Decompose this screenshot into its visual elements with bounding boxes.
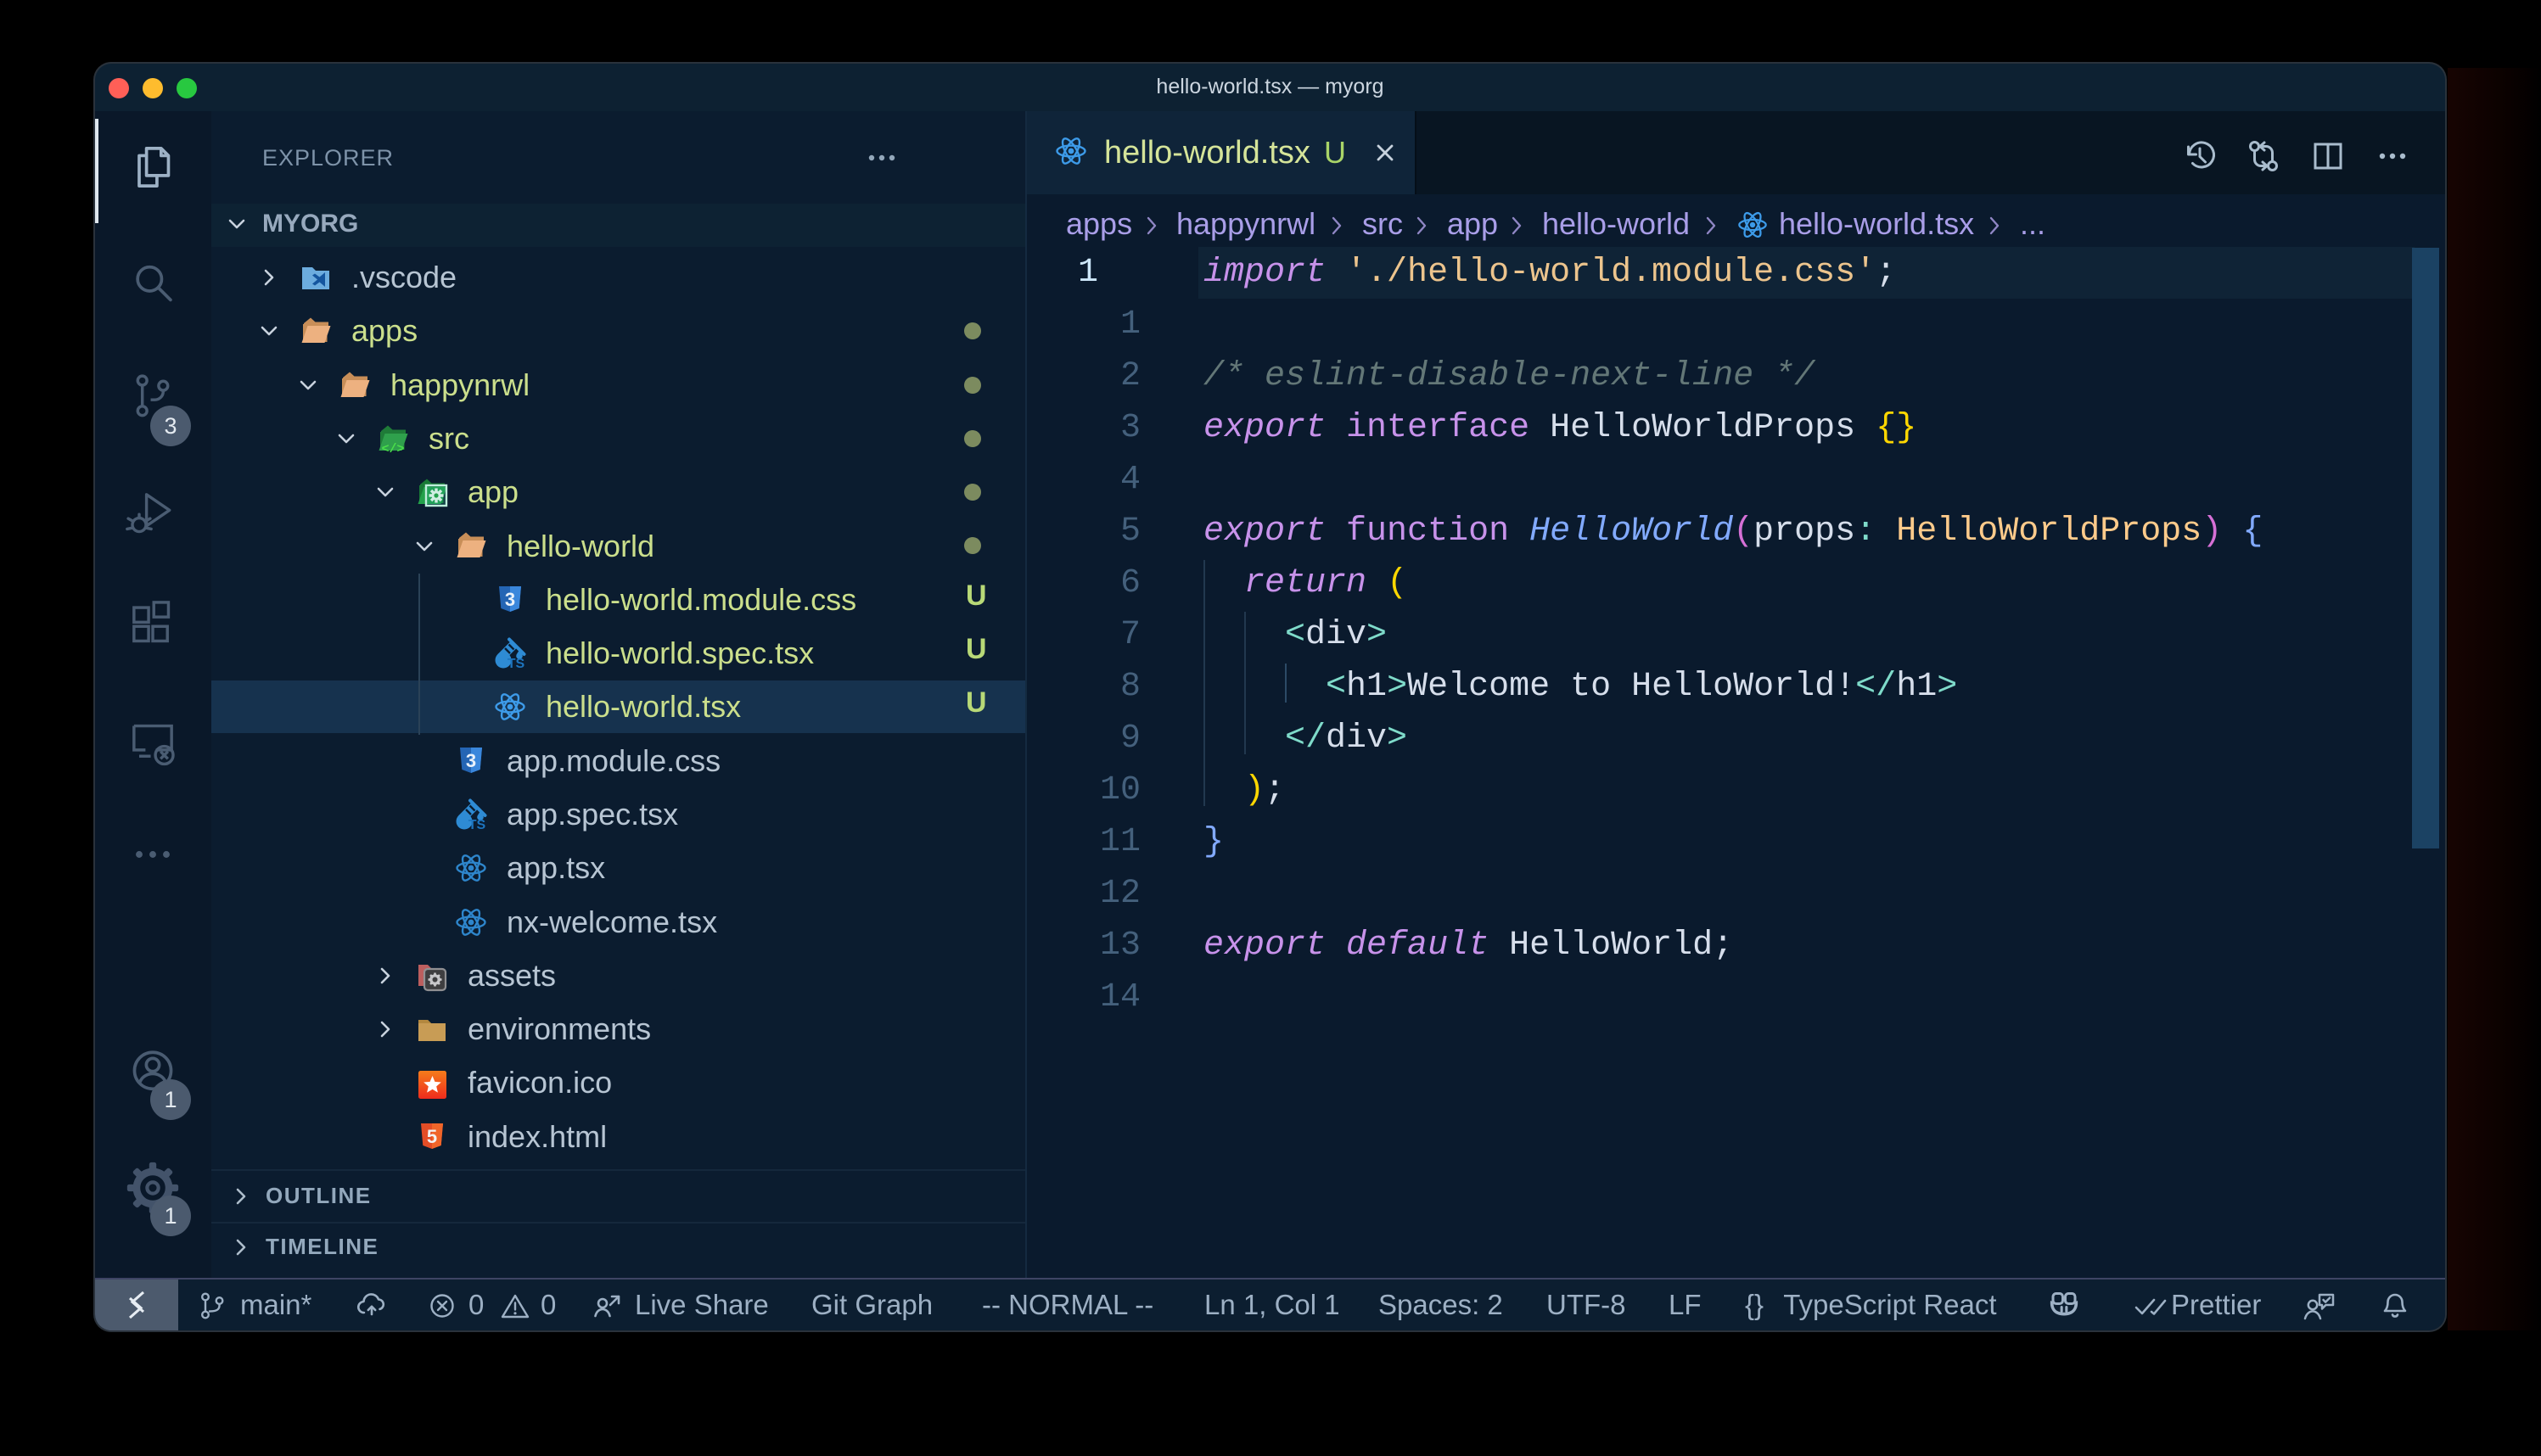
svg-text:3: 3 [466, 750, 476, 771]
svg-text:3: 3 [505, 589, 515, 610]
svg-text:TS: TS [508, 657, 525, 670]
svg-text:5: 5 [427, 1126, 437, 1147]
svg-text:TS: TS [468, 818, 486, 832]
svg-text:</>: </> [381, 442, 404, 456]
